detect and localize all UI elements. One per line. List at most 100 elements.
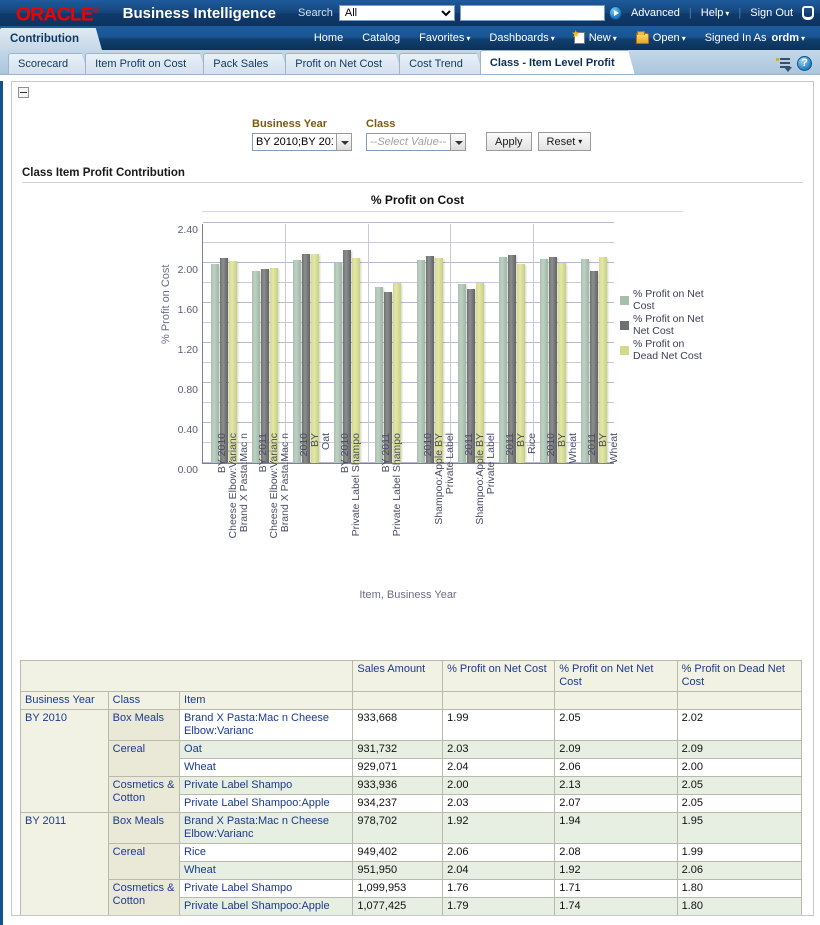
cell-item[interactable]: Brand X Pasta:Mac n Cheese Elbow:Varianc [180,710,353,741]
apply-button[interactable]: Apply [486,132,532,151]
chart-bar-group [203,224,244,463]
oracle-wordmark: ORACLE [16,4,93,25]
tab-profit-on-net-cost[interactable]: Profit on Net Cost [285,53,394,74]
page-tab-strip: Scorecard Item Profit on Cost Pack Sales… [0,50,820,75]
nav-item-catalog[interactable]: Catalog [353,32,409,44]
header-class[interactable]: Class [108,692,179,710]
sign-out-link[interactable]: Sign Out [750,7,793,19]
help-link[interactable]: Help▾ [701,7,730,19]
cell-profit-net-cost: 1.79 [443,898,555,916]
prompt-label-class: Class [366,118,466,130]
header-sales-amount[interactable]: Sales Amount [353,661,443,692]
table-row: BY 2010Box MealsBrand X Pasta:Mac n Chee… [21,710,802,741]
tab-class-item-level-profit[interactable]: Class - Item Level Profit [480,50,627,74]
header-business-year[interactable]: Business Year [21,692,109,710]
cell-business-year[interactable]: BY 2010 [21,710,109,813]
header-profit-net-net-cost[interactable]: % Profit on Net Net Cost [555,661,677,692]
advanced-link[interactable]: Advanced [631,7,680,19]
dashboard-tab-contribution[interactable]: Contribution [0,28,91,50]
cell-class[interactable]: Cereal [108,844,179,880]
new-page-icon [574,32,585,44]
signed-in-as[interactable]: Signed In Asordm▾ [696,32,814,44]
cell-item[interactable]: Private Label Shampo [180,777,353,795]
business-year-combo[interactable] [252,133,352,151]
cell-sales-amount: 929,071 [353,759,443,777]
page-options-icon[interactable] [776,57,791,71]
cell-item[interactable]: Private Label Shampo [180,880,353,898]
nav-item-home[interactable]: Home [305,32,352,44]
chart-bar[interactable] [311,254,319,463]
nav-item-new[interactable]: New▾ [565,32,626,44]
cell-sales-amount: 1,077,425 [353,898,443,916]
cell-profit-dead-net-cost: 2.06 [677,862,801,880]
cell-item[interactable]: Wheat [180,862,353,880]
cell-item[interactable]: Rice [180,844,353,862]
cell-class[interactable]: Box Meals [108,710,179,741]
tab-item-profit-on-cost[interactable]: Item Profit on Cost [85,53,198,74]
business-year-input[interactable] [252,133,336,151]
header-profit-dead-net-cost[interactable]: % Profit on Dead Net Cost [677,661,801,692]
class-combo[interactable] [366,133,466,151]
header-divider-2: | [738,7,741,19]
header-item[interactable]: Item [180,692,353,710]
global-nav-links: Home Catalog Favorites▾ Dashboards▾ New▾… [305,26,820,50]
table-row: Cosmetics & CottonPrivate Label Shampo1,… [21,880,802,898]
prompt-bar: Business Year Class Apply Reset▾ [12,82,813,151]
header-divider-1: | [689,7,692,19]
cell-class[interactable]: Cosmetics & Cotton [108,777,179,813]
chart-legend-item[interactable]: % Profit on Net Cost [620,289,710,312]
search-input[interactable] [460,5,605,21]
cell-class[interactable]: Cosmetics & Cotton [108,880,179,916]
legend-color-swatch [620,296,629,305]
collapse-minus-icon[interactable] [18,87,29,98]
oracle-logo: ORACLE® [6,1,99,25]
search-go-icon[interactable] [609,6,622,20]
business-year-dropdown-icon[interactable] [336,133,352,151]
tab-cost-trend[interactable]: Cost Trend [399,53,475,74]
header-profit-net-cost[interactable]: % Profit on Net Cost [443,661,555,692]
chart-legend-item[interactable]: % Profit on Net Net Cost [620,314,710,337]
chart-bar[interactable] [426,256,434,463]
reset-button[interactable]: Reset▾ [538,132,592,151]
header-blank-corner [21,661,353,692]
cell-item[interactable]: Private Label Shampoo:Apple [180,898,353,916]
chart-plot-area: 0.000.400.801.201.602.002.40 [202,224,614,464]
cell-profit-net-cost: 1.92 [443,813,555,844]
tab-scorecard[interactable]: Scorecard [8,53,80,74]
chart-bar[interactable] [302,254,310,463]
tab-pack-sales[interactable]: Pack Sales [203,53,280,74]
chart-x-axis-title: Item, Business Year [202,589,614,601]
cell-sales-amount: 1,099,953 [353,880,443,898]
chart-legend-item[interactable]: % Profit on Dead Net Cost [620,339,710,362]
legend-color-swatch [620,321,629,330]
chart-bar-group [285,224,326,463]
cell-business-year[interactable]: BY 2011 [21,813,109,916]
registered-mark: ® [93,6,98,15]
class-dropdown-icon[interactable] [450,133,466,151]
cell-profit-net-net-cost: 2.07 [555,795,677,813]
search-scope-select[interactable]: All [339,5,456,21]
chart-bar-group [491,224,532,463]
cell-profit-net-net-cost: 2.08 [555,844,677,862]
cell-profit-dead-net-cost: 1.80 [677,880,801,898]
cell-profit-net-net-cost: 2.05 [555,710,677,741]
chart-x-tick-label: Brand X Pasta:Mac n [239,433,250,532]
table-row: Cosmetics & CottonPrivate Label Shampo93… [21,777,802,795]
nav-item-favorites[interactable]: Favorites▾ [410,32,479,44]
cell-profit-net-net-cost: 2.09 [555,741,677,759]
cell-item[interactable]: Private Label Shampoo:Apple [180,795,353,813]
prompt-business-year: Business Year [252,118,352,151]
table-row: CerealOat931,7322.032.092.09 [21,741,802,759]
help-question-icon[interactable]: ? [797,56,812,71]
class-input[interactable] [366,133,450,151]
cell-item[interactable]: Wheat [180,759,353,777]
chart-bar-group [244,224,285,463]
chart-bar[interactable] [343,250,351,463]
cell-class[interactable]: Cereal [108,741,179,777]
cell-profit-dead-net-cost: 2.05 [677,777,801,795]
cell-class[interactable]: Box Meals [108,813,179,844]
cell-item[interactable]: Brand X Pasta:Mac n Cheese Elbow:Varianc [180,813,353,844]
cell-item[interactable]: Oat [180,741,353,759]
nav-item-open[interactable]: Open▾ [627,32,695,44]
nav-item-dashboards[interactable]: Dashboards▾ [480,32,563,44]
